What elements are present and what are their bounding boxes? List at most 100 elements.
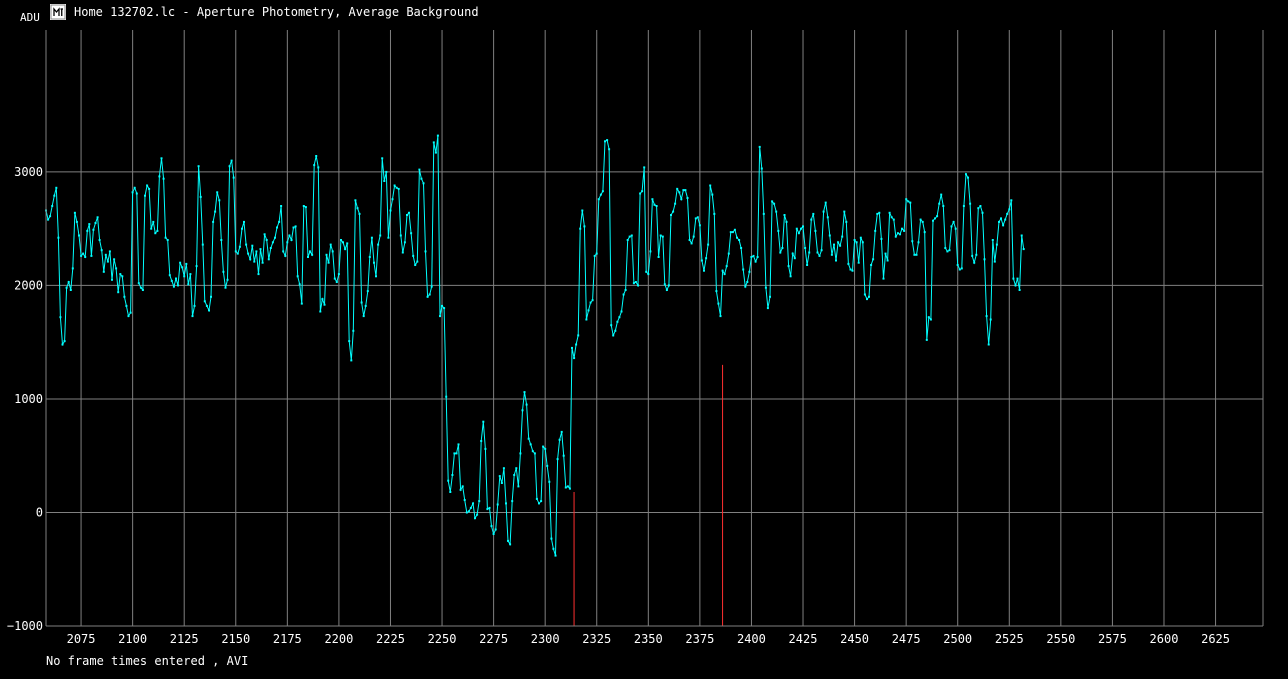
data-point: [61, 343, 64, 346]
data-point: [397, 187, 400, 190]
data-point: [342, 241, 344, 244]
data-point: [183, 275, 186, 278]
data-point: [387, 236, 390, 239]
data-point: [177, 284, 179, 287]
data-point: [255, 250, 258, 253]
data-point: [604, 140, 606, 143]
data-point: [257, 273, 260, 276]
data-point: [571, 346, 573, 349]
data-point: [740, 247, 743, 249]
data-point: [408, 211, 410, 214]
data-point: [373, 261, 375, 264]
data-point: [717, 302, 720, 305]
data-point: [870, 264, 873, 266]
data-point: [841, 235, 844, 238]
data-point: [193, 304, 196, 307]
data-point: [434, 151, 437, 154]
data-point: [1004, 218, 1007, 221]
data-point: [952, 220, 955, 223]
data-point: [647, 273, 650, 276]
data-point: [47, 218, 50, 221]
data-point: [783, 214, 786, 216]
data-point: [181, 266, 184, 269]
data-point: [888, 211, 891, 214]
data-point: [86, 229, 89, 232]
data-point: [265, 239, 268, 241]
data-point: [401, 251, 404, 254]
data-point: [243, 220, 245, 223]
data-point: [723, 273, 726, 276]
data-point: [370, 236, 373, 239]
data-point: [154, 232, 157, 235]
data-point: [158, 175, 161, 178]
data-point: [65, 286, 68, 289]
data-point: [816, 251, 819, 254]
series-group: [45, 134, 1025, 557]
data-point: [880, 237, 883, 240]
x-tick-label: 2550: [1046, 632, 1075, 646]
data-point: [622, 293, 625, 296]
data-point: [950, 225, 953, 228]
data-point: [141, 289, 144, 291]
data-point: [729, 231, 732, 234]
data-point: [117, 291, 120, 294]
data-point: [995, 243, 998, 246]
data-point: [967, 176, 969, 179]
data-point: [690, 242, 693, 245]
data-point: [851, 269, 854, 272]
data-point: [502, 467, 505, 470]
data-point: [55, 186, 58, 189]
data-point: [649, 250, 652, 253]
data-point: [616, 320, 619, 323]
data-point: [137, 282, 140, 285]
data-point: [960, 267, 963, 270]
data-point: [917, 241, 920, 244]
data-point: [882, 277, 885, 280]
data-point: [824, 201, 827, 204]
x-tick-label: 2475: [892, 632, 921, 646]
x-tick-label: 2300: [531, 632, 560, 646]
data-point: [725, 265, 728, 268]
data-point: [172, 285, 175, 288]
data-point: [1014, 284, 1017, 287]
data-point: [837, 241, 840, 244]
data-point: [59, 316, 62, 319]
data-point: [189, 273, 192, 276]
data-point: [451, 474, 454, 476]
data-point: [583, 225, 586, 228]
data-point: [274, 236, 276, 239]
data-point: [247, 252, 250, 255]
data-point: [377, 243, 380, 246]
data-point: [769, 295, 771, 298]
data-point: [350, 359, 353, 362]
data-point: [731, 231, 734, 234]
data-point: [614, 329, 617, 332]
data-point: [979, 205, 982, 207]
data-point: [302, 205, 305, 207]
data-point: [835, 259, 837, 262]
data-point: [566, 485, 569, 488]
data-point: [787, 265, 790, 268]
data-point: [152, 220, 155, 223]
data-point: [577, 334, 580, 337]
data-point: [954, 227, 957, 230]
data-point: [657, 256, 660, 258]
data-point: [564, 486, 567, 489]
data-point: [509, 543, 512, 546]
data-point: [764, 286, 767, 289]
data-point: [119, 273, 122, 276]
data-point: [317, 166, 320, 169]
data-point: [241, 227, 243, 230]
data-point: [521, 409, 524, 412]
data-point: [857, 261, 860, 264]
data-point: [476, 513, 479, 516]
data-point: [249, 258, 252, 261]
data-point: [686, 197, 689, 199]
data-point: [346, 242, 349, 245]
data-point: [418, 168, 421, 171]
data-point: [915, 253, 918, 256]
data-point: [90, 254, 93, 257]
data-point: [965, 173, 967, 176]
data-point: [653, 203, 656, 206]
data-point: [395, 186, 398, 189]
